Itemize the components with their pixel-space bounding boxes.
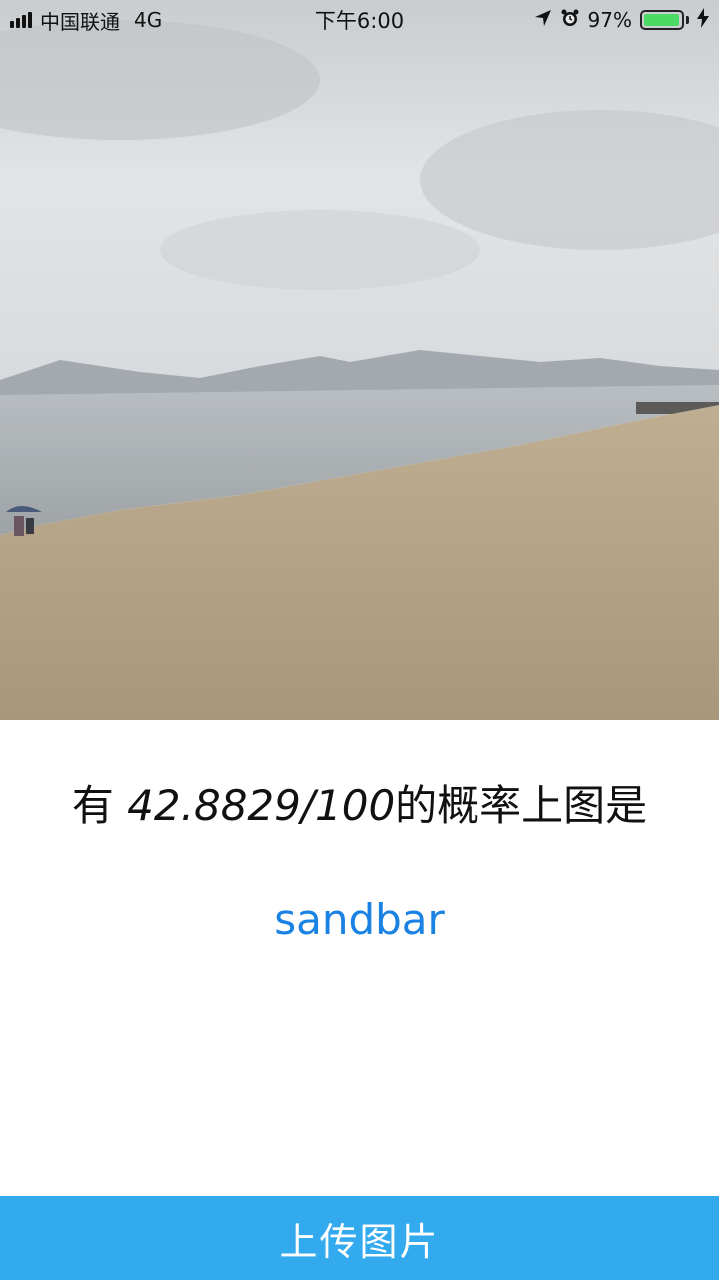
status-left: 中国联通 4G (10, 6, 162, 35)
battery-icon (640, 10, 689, 30)
signal-strength-icon (10, 12, 32, 28)
result-suffix: 的概率上图是 (395, 781, 648, 830)
predicted-label: sandbar (274, 895, 445, 944)
beach-photo (0, 0, 719, 720)
upload-image-button[interactable]: 上传图片 (0, 1196, 719, 1280)
charging-bolt-icon (697, 7, 709, 33)
result-sentence: 有 42.8829/100的概率上图是 (0, 778, 719, 834)
battery-percent: 97% (587, 8, 632, 32)
status-right: 97% (534, 7, 709, 33)
result-probability: 42.8829/100 (127, 781, 396, 830)
alarm-clock-icon (560, 8, 580, 33)
status-bar: 中国联通 4G 下午6:00 97% (0, 0, 719, 40)
carrier-name: 中国联通 (40, 9, 120, 34)
network-type: 4G (134, 8, 163, 32)
result-prefix: 有 (71, 781, 128, 830)
location-arrow-icon (534, 8, 552, 32)
